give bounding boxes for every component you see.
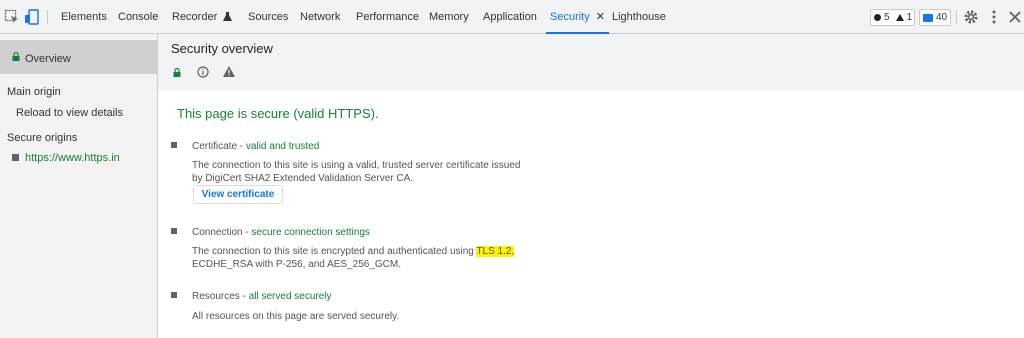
tab-lighthouse[interactable]: Lighthouse xyxy=(612,0,666,34)
lock-icon xyxy=(173,68,181,77)
tab-label: Security xyxy=(550,11,590,23)
certificate-status: valid and trusted xyxy=(245,141,320,152)
close-devtools-icon[interactable] xyxy=(1007,9,1023,25)
gear-icon[interactable] xyxy=(963,9,979,25)
issues-icon xyxy=(923,13,933,22)
tab-console[interactable]: Console xyxy=(118,0,158,34)
connection-desc-text: The connection to this site is encrypted… xyxy=(192,246,477,257)
page-title: Security overview xyxy=(171,41,273,56)
tab-recorder[interactable]: Recorder xyxy=(172,0,233,34)
certificate-status-icon xyxy=(171,142,177,148)
sidebar-item-label: Overview xyxy=(25,53,71,65)
certificate-description: The connection to this site is using a v… xyxy=(192,159,521,185)
certificate-heading: Certificate - valid and trusted xyxy=(192,141,320,152)
view-certificate-button[interactable]: View certificate xyxy=(193,185,283,204)
tab-security[interactable]: Security ✕ xyxy=(546,0,609,34)
errors-count: 5 xyxy=(884,12,890,23)
devtools-toolbar: Elements Console Recorder Sources Networ… xyxy=(0,0,1024,34)
security-overview-header: Security overview xyxy=(158,34,1024,90)
connection-status-icon xyxy=(171,228,177,234)
warning-icon xyxy=(223,66,235,77)
toolbar-separator xyxy=(47,10,48,24)
tab-label: Console xyxy=(118,11,159,23)
close-icon[interactable]: ✕ xyxy=(596,11,605,23)
inspect-element-icon[interactable] xyxy=(4,9,20,25)
tab-label: Application xyxy=(483,11,537,23)
tab-label: Recorder xyxy=(172,11,218,23)
origin-url: https://www.https.in xyxy=(25,152,120,164)
info-icon xyxy=(197,66,209,78)
security-sidebar: Overview Main origin Reload to view deta… xyxy=(0,34,158,338)
security-main-panel: Security overview This page is secure (v… xyxy=(158,34,1024,338)
secure-origins-heading: Secure origins xyxy=(7,132,78,144)
connection-heading: Connection - secure connection settings xyxy=(192,227,370,238)
flask-icon xyxy=(223,12,233,21)
error-warning-counter[interactable]: 5 1 xyxy=(870,9,915,26)
reload-to-view-details[interactable]: Reload to view details xyxy=(16,107,123,119)
resources-label: Resources xyxy=(192,291,240,302)
resources-status-icon xyxy=(171,292,177,298)
tls-version-highlight: TLS 1.2, xyxy=(476,246,515,257)
warning-icon xyxy=(895,14,904,21)
connection-status: secure connection settings xyxy=(251,227,370,238)
warnings-count: 1 xyxy=(906,12,913,23)
certificate-desc-line: by DigiCert SHA2 Extended Validation Ser… xyxy=(192,173,414,184)
connection-desc-line: ECDHE_RSA with P-256, and AES_256_GCM. xyxy=(192,259,401,270)
issues-count: 40 xyxy=(936,12,948,23)
secure-summary: This page is secure (valid HTTPS). xyxy=(177,106,379,121)
tab-label: Elements xyxy=(61,11,107,23)
tab-application[interactable]: Application xyxy=(483,0,537,34)
main-origin-heading: Main origin xyxy=(7,86,61,98)
resources-heading: Resources - all served securely xyxy=(192,291,332,302)
sidebar-item-overview[interactable]: Overview xyxy=(0,40,157,74)
tab-label: Sources xyxy=(248,11,289,23)
tab-label: Network xyxy=(300,11,341,23)
lock-icon xyxy=(12,52,20,61)
toolbar-separator xyxy=(956,10,957,24)
tab-performance[interactable]: Performance xyxy=(356,0,419,34)
connection-label: Connection xyxy=(192,227,243,238)
certificate-desc-line: The connection to this site is using a v… xyxy=(192,160,521,171)
more-options-icon[interactable] xyxy=(986,9,1002,25)
issues-counter[interactable]: 40 xyxy=(919,9,951,26)
device-toolbar-icon[interactable] xyxy=(24,9,40,25)
tab-elements[interactable]: Elements xyxy=(61,0,107,34)
tab-network[interactable]: Network xyxy=(300,0,340,34)
error-icon xyxy=(874,14,881,21)
tab-label: Lighthouse xyxy=(612,11,666,23)
tab-label: Performance xyxy=(356,11,419,23)
tab-label: Memory xyxy=(429,11,469,23)
resources-status: all served securely xyxy=(248,291,332,302)
tab-sources[interactable]: Sources xyxy=(248,0,288,34)
connection-description: The connection to this site is encrypted… xyxy=(192,245,515,271)
certificate-label: Certificate xyxy=(192,141,238,152)
resources-description: All resources on this page are served se… xyxy=(192,311,400,322)
tab-memory[interactable]: Memory xyxy=(429,0,469,34)
origin-status-icon xyxy=(12,154,19,161)
